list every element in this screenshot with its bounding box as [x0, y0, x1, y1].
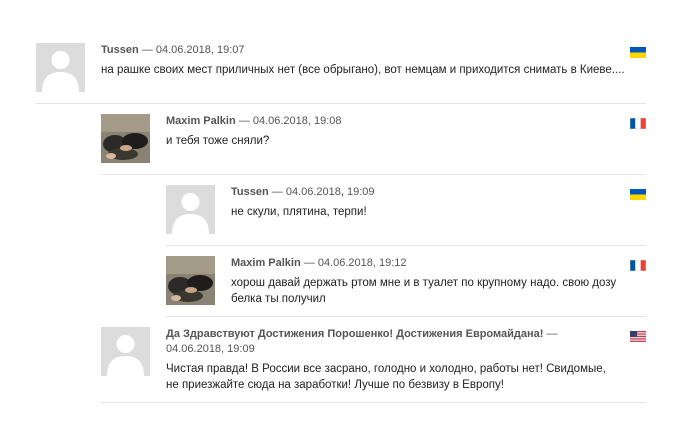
comment-divider: [166, 245, 646, 246]
meta-separator: —: [235, 115, 253, 127]
comment-divider: [101, 402, 646, 403]
meta-separator: —: [268, 186, 286, 198]
ukraine-flag-icon: [630, 47, 646, 58]
ukraine-flag-icon: [630, 189, 646, 200]
comment-text: на рашке своих мест приличных нет (все о…: [101, 64, 625, 76]
comment-text: Чистая правда! В России все засрано, гол…: [166, 363, 606, 391]
comment-date[interactable]: 04.06.2018, 19:07: [156, 44, 245, 56]
photo-avatar[interactable]: [101, 114, 150, 163]
comment-date[interactable]: 04.06.2018, 19:09: [166, 343, 255, 355]
meta-separator: —: [543, 328, 558, 340]
author-name[interactable]: Maxim Palkin: [231, 257, 301, 269]
default-avatar[interactable]: [36, 43, 85, 92]
comment-divider: [36, 103, 646, 104]
usa-flag-icon: [630, 331, 646, 342]
default-avatar[interactable]: [166, 185, 215, 234]
meta-separator: —: [138, 44, 156, 56]
comment-text: и тебя тоже сняли?: [166, 135, 270, 147]
comment-divider: [166, 316, 646, 317]
comment-text: хорош давай держать ртом мне и в туалет …: [231, 277, 617, 305]
comment-date[interactable]: 04.06.2018, 19:08: [253, 115, 342, 127]
comment-meta: Maxim Palkin — 04.06.2018, 19:12: [231, 256, 641, 271]
comment-date[interactable]: 04.06.2018, 19:12: [318, 257, 407, 269]
comment-divider: [101, 174, 646, 175]
photo-avatar[interactable]: [166, 256, 215, 305]
meta-separator: —: [300, 257, 318, 269]
france-flag-icon: [630, 260, 646, 271]
author-name[interactable]: Tussen: [231, 186, 269, 198]
comment-meta: Да Здравствуют Достижения Порошенко! Дос…: [166, 327, 606, 357]
author-name[interactable]: Maxim Palkin: [166, 115, 236, 127]
comment-meta: Tussen — 04.06.2018, 19:09: [231, 185, 626, 200]
author-name[interactable]: Tussen: [101, 44, 139, 56]
comment-meta: Maxim Palkin — 04.06.2018, 19:08: [166, 114, 626, 129]
france-flag-icon: [630, 118, 646, 129]
author-name[interactable]: Да Здравствуют Достижения Порошенко! Дос…: [166, 328, 543, 340]
comment-meta: Tussen — 04.06.2018, 19:07: [101, 43, 626, 58]
comment-text: не скули, плятина, терпи!: [231, 206, 367, 218]
default-avatar[interactable]: [101, 327, 150, 376]
comment-date[interactable]: 04.06.2018, 19:09: [286, 186, 375, 198]
